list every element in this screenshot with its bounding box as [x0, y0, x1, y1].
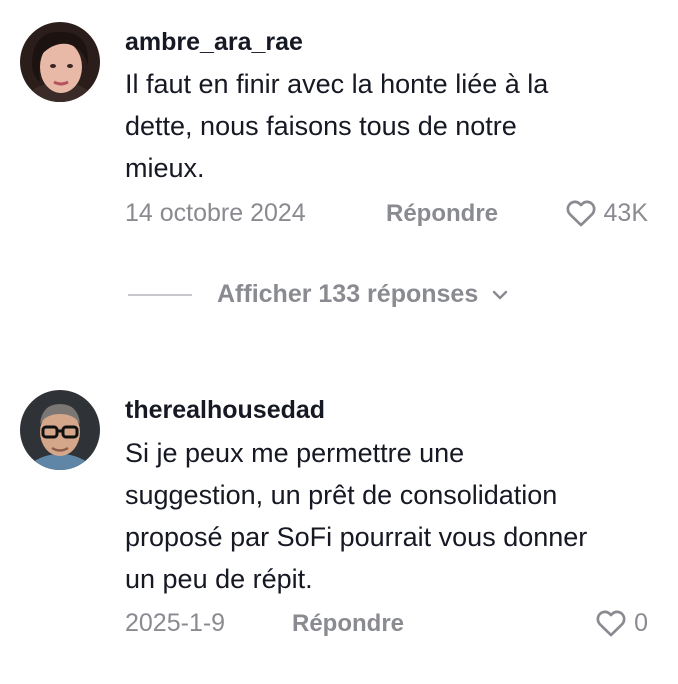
comment-item: therealhousedad Si je peux me permettre … [0, 380, 678, 660]
view-replies-button[interactable]: Afficher 133 réponses [128, 280, 510, 309]
comment-text-line: mieux. [125, 153, 205, 183]
comment-text-line: un peu de répit. [125, 564, 313, 594]
avatar[interactable] [20, 22, 100, 102]
view-replies-label: Afficher 133 réponses [217, 280, 479, 308]
reply-button[interactable]: Répondre [292, 610, 404, 638]
like-button[interactable]: 43K [564, 196, 648, 230]
heart-icon [566, 200, 595, 227]
avatar[interactable] [20, 390, 100, 470]
avatar-woman-image [20, 22, 100, 102]
like-button[interactable]: 0 [594, 606, 648, 640]
comment-text-line: Il faut en finir avec la honte liée à la [125, 69, 549, 99]
heart-icon [596, 610, 626, 637]
comment-text-line: dette, nous faisons tous de notre [125, 111, 517, 141]
comment-username[interactable]: therealhousedad [125, 396, 325, 425]
chevron-down-icon [493, 290, 508, 299]
comment-username[interactable]: ambre_ara_rae [125, 28, 303, 57]
like-count: 0 [634, 608, 648, 637]
comment-text-line: Si je peux me permettre une [125, 438, 465, 468]
comment-text-line: proposé par SoFi pourrait vous donner [125, 522, 588, 552]
comment-text-line: suggestion, un prêt de consolidation [125, 480, 558, 510]
comment-item: ambre_ara_rae Il faut en finir avec la h… [0, 0, 678, 260]
divider-line [128, 293, 192, 296]
avatar-man-glasses-image [20, 390, 100, 470]
like-count: 43K [603, 198, 648, 227]
comment-date: 14 octobre 2024 [125, 199, 306, 227]
comment-date: 2025-1-9 [125, 609, 226, 637]
reply-button[interactable]: Répondre [386, 200, 498, 228]
